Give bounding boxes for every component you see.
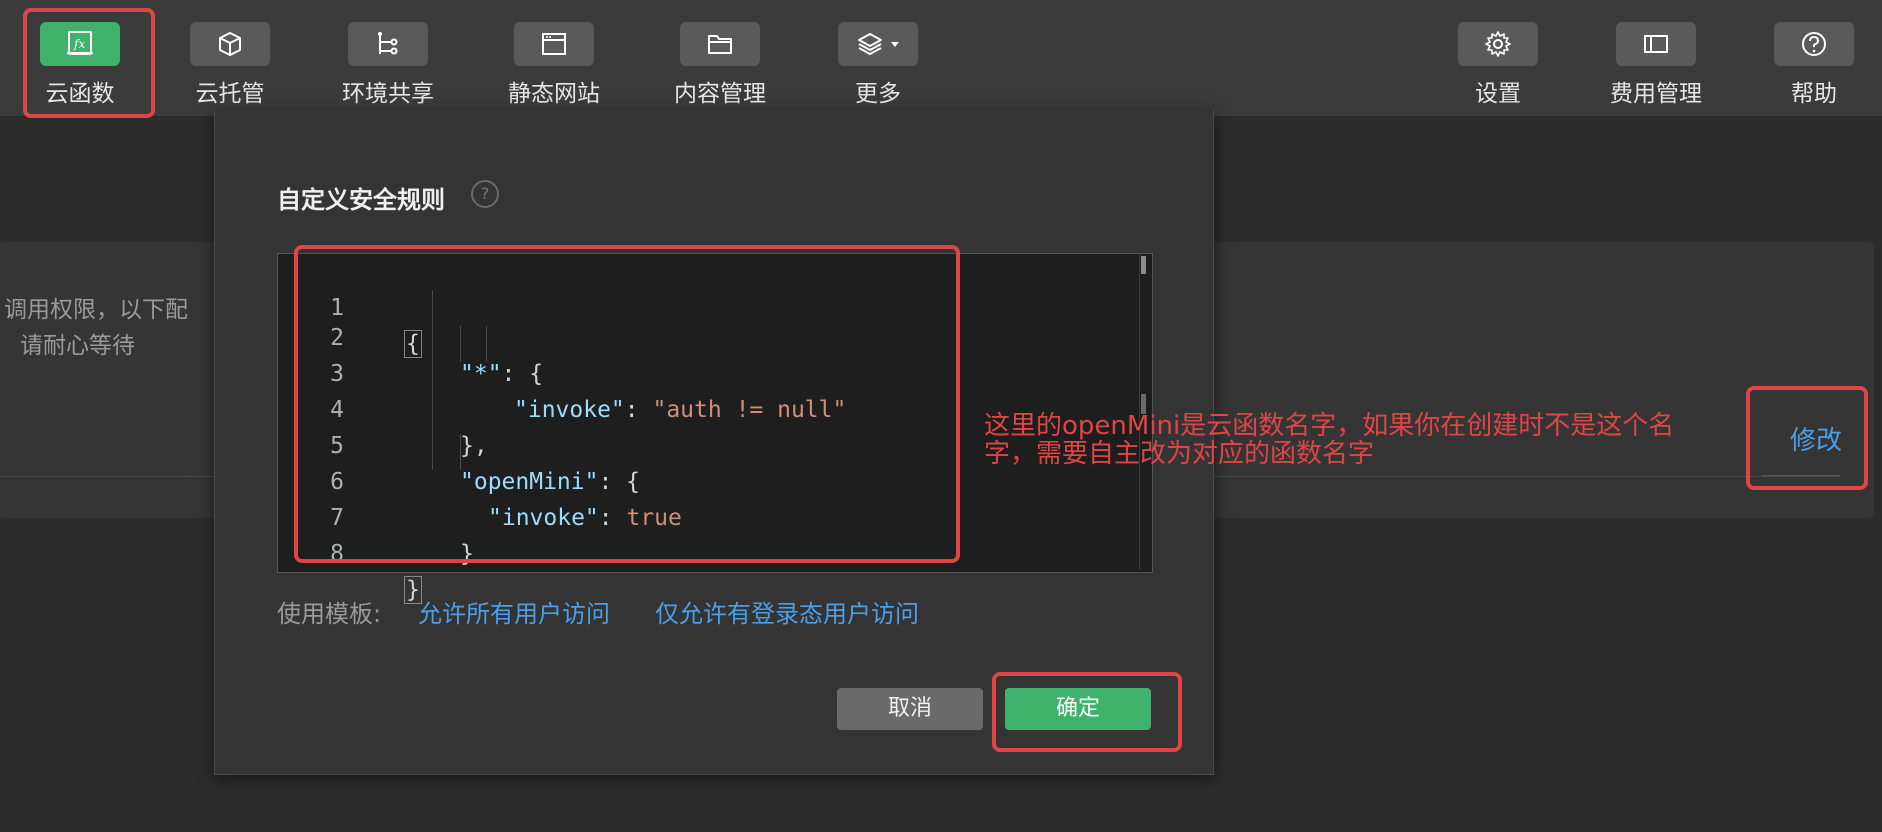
cube-icon [219, 32, 241, 56]
toolbar-item-help[interactable]: 帮助 [1759, 22, 1869, 108]
annotation-text: 这里的openMini是云函数名字，如果你在创建时不是这个名字，需要自主改为对应… [984, 411, 1675, 469]
template-link-all-users[interactable]: 允许所有用户访问 [418, 594, 610, 629]
ticket-icon [1644, 35, 1668, 53]
annotation-box-modify [1746, 386, 1868, 490]
question-circle-icon [1802, 32, 1826, 56]
content-management-button[interactable] [680, 22, 760, 66]
branch-icon [378, 32, 398, 55]
billing-button[interactable] [1616, 22, 1696, 66]
toolbar-label: 云托管 [195, 81, 265, 107]
toolbar-label: 内容管理 [674, 81, 766, 107]
toolbar-label: 费用管理 [1610, 81, 1702, 107]
background-text-line1: 调用权限，以下配 [4, 297, 188, 323]
dialog-title: 自定义安全规则 [277, 186, 445, 214]
toolbar-item-content-management[interactable]: 内容管理 [665, 22, 775, 108]
scrollbar-thumb[interactable] [1141, 256, 1146, 274]
toolbar-label: 帮助 [1791, 81, 1837, 107]
layers-icon [858, 33, 882, 55]
annotation-box-code [294, 245, 960, 563]
gear-icon [1485, 31, 1511, 57]
toolbar-item-billing[interactable]: 费用管理 [1601, 22, 1711, 108]
top-toolbar: fx 云函数 云托管 环境共享 静态网站 内容管理 更多 设置 费用管理 帮助 [0, 0, 1882, 117]
toolbar-label: 静态网站 [508, 81, 600, 107]
cloud-hosting-button[interactable] [190, 22, 270, 66]
toolbar-item-env-sharing[interactable]: 环境共享 [333, 22, 443, 108]
help-button[interactable] [1774, 22, 1854, 66]
background-text-line2: 请耐心等待 [20, 333, 135, 359]
browser-window-icon [542, 33, 566, 55]
toolbar-label: 设置 [1475, 81, 1521, 107]
env-sharing-button[interactable] [348, 22, 428, 66]
static-site-button[interactable] [514, 22, 594, 66]
toolbar-item-settings[interactable]: 设置 [1443, 22, 1553, 108]
toolbar-label: 更多 [855, 81, 901, 107]
settings-button[interactable] [1458, 22, 1538, 66]
template-link-logged-in-users[interactable]: 仅允许有登录态用户访问 [655, 594, 919, 629]
toolbar-item-static-site[interactable]: 静态网站 [499, 22, 609, 108]
toolbar-label: 环境共享 [342, 81, 434, 107]
toolbar-item-cloud-hosting[interactable]: 云托管 [175, 22, 285, 108]
template-label: 使用模板: [277, 600, 382, 628]
cancel-button[interactable]: 取消 [837, 688, 983, 730]
caret-down-icon [891, 42, 899, 47]
annotation-box-cloud-functions [23, 8, 155, 118]
annotation-box-confirm [992, 672, 1182, 752]
folder-icon [708, 35, 732, 54]
toolbar-item-more[interactable]: 更多 [823, 22, 933, 108]
help-question-icon[interactable]: ? [471, 180, 499, 208]
more-dropdown-button[interactable] [838, 22, 918, 66]
